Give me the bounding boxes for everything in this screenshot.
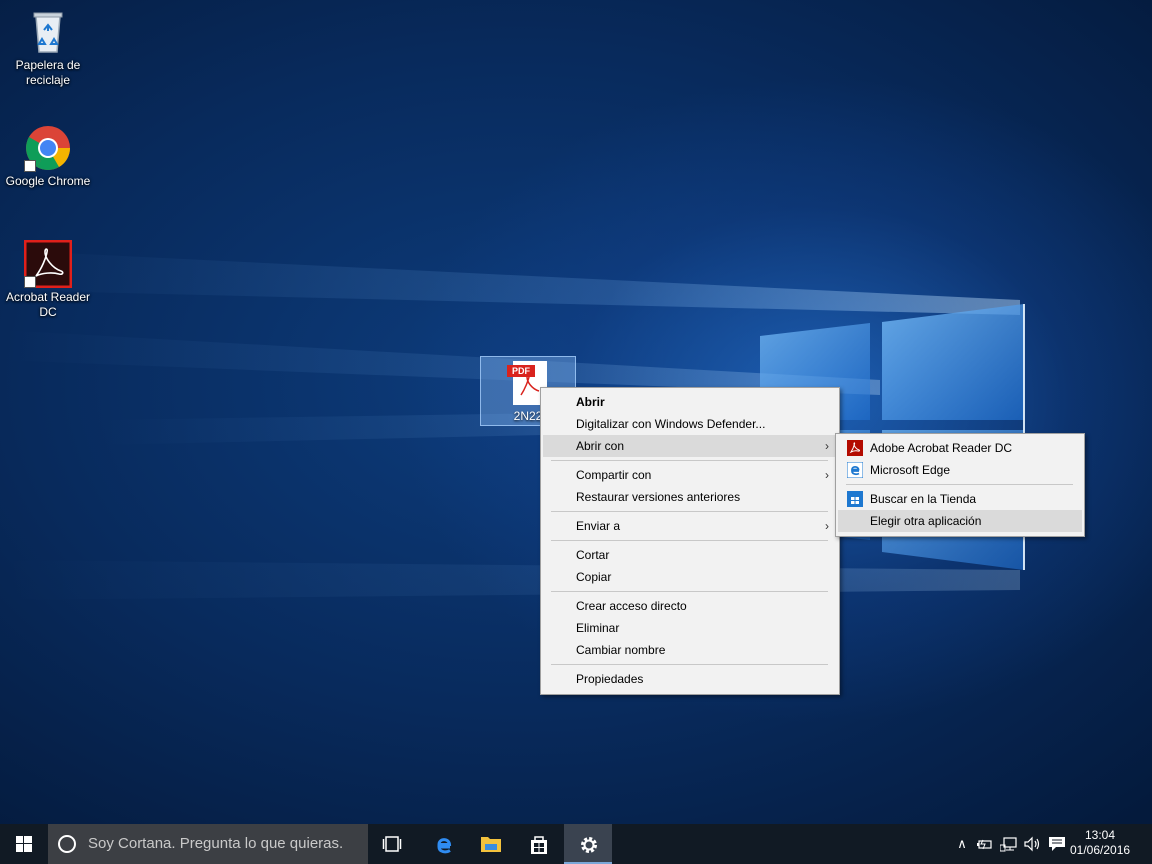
menu-item-compartir-con[interactable]: Compartir con ›: [543, 464, 837, 486]
pdf-tag: PDF: [507, 365, 535, 377]
chevron-right-icon: ›: [825, 519, 829, 533]
submenu-item-label: Adobe Acrobat Reader DC: [870, 441, 1013, 455]
chrome-icon: [24, 124, 72, 172]
menu-separator: [551, 540, 828, 541]
action-center-icon[interactable]: [1048, 836, 1066, 852]
search-placeholder: Soy Cortana. Pregunta lo que quieras.: [88, 835, 344, 852]
edge-icon: [437, 838, 452, 854]
submenu-item-label: Elegir otra aplicación: [870, 514, 982, 528]
desktop-icon-label: Papelera de reciclaje: [15, 58, 81, 87]
menu-separator: [551, 511, 828, 512]
menu-item-eliminar[interactable]: Eliminar: [543, 617, 837, 639]
submenu-item-elegir-otra-aplicacion[interactable]: Elegir otra aplicación: [838, 510, 1082, 532]
menu-item-enviar-a[interactable]: Enviar a ›: [543, 515, 837, 537]
windows-start-icon: [16, 836, 32, 852]
submenu-item-adobe-acrobat[interactable]: Adobe Acrobat Reader DC: [838, 437, 1082, 459]
taskbar-edge-button[interactable]: [418, 824, 466, 864]
taskbar-store-button[interactable]: [514, 824, 562, 864]
submenu-item-label: Microsoft Edge: [870, 463, 951, 477]
menu-separator: [846, 484, 1073, 485]
clock-time: 13:04: [1084, 828, 1116, 842]
menu-separator: [551, 460, 828, 461]
menu-item-propiedades[interactable]: Propiedades: [543, 668, 837, 690]
recycle-bin-icon: [24, 8, 72, 56]
submenu-item-buscar-en-tienda[interactable]: Buscar en la Tienda: [838, 488, 1082, 510]
shortcut-arrow-icon: [24, 160, 36, 172]
menu-separator: [551, 591, 828, 592]
context-menu: Abrir Digitalizar con Windows Defender..…: [540, 387, 840, 695]
store-icon: [531, 836, 547, 854]
taskbar-clock[interactable]: 13:04 01/06/2016: [1070, 824, 1130, 864]
clock-date: 01/06/2016: [1070, 843, 1131, 857]
gear-icon: [581, 837, 597, 853]
cortana-icon: [58, 835, 76, 853]
menu-item-copiar[interactable]: Copiar: [543, 566, 837, 588]
desktop-icon-label: Google Chrome: [5, 174, 91, 188]
desktop-icon-recycle-bin[interactable]: Papelera de reciclaje: [3, 8, 93, 88]
submenu-item-label: Buscar en la Tienda: [870, 492, 977, 506]
menu-item-digitalizar-defender[interactable]: Digitalizar con Windows Defender...: [543, 413, 837, 435]
start-button[interactable]: [0, 824, 48, 864]
menu-item-abrir-con[interactable]: Abrir con ›: [543, 435, 837, 457]
submenu-item-microsoft-edge[interactable]: Microsoft Edge: [838, 459, 1082, 481]
menu-item-cortar[interactable]: Cortar: [543, 544, 837, 566]
menu-item-cambiar-nombre[interactable]: Cambiar nombre: [543, 639, 837, 661]
open-with-submenu: Adobe Acrobat Reader DC Microsoft Edge B…: [835, 433, 1085, 537]
menu-item-label: Compartir con: [576, 468, 652, 482]
taskbar: Soy Cortana. Pregunta lo que quieras. ∧ …: [0, 824, 1152, 864]
shortcut-arrow-icon: [24, 276, 36, 288]
tray-chevron-up-icon[interactable]: ∧: [953, 836, 971, 852]
chevron-right-icon: ›: [825, 468, 829, 482]
taskbar-file-explorer-button[interactable]: [466, 824, 514, 864]
menu-item-label: Abrir con: [576, 439, 625, 453]
folder-icon: [481, 837, 501, 852]
task-view-button[interactable]: [368, 824, 416, 864]
task-view-icon: [382, 836, 402, 852]
chevron-right-icon: ›: [825, 439, 829, 453]
desktop-icon-google-chrome[interactable]: Google Chrome: [3, 124, 93, 189]
acrobat-icon: [23, 239, 73, 289]
cortana-search-box[interactable]: Soy Cortana. Pregunta lo que quieras.: [48, 824, 368, 864]
edge-icon: [846, 461, 864, 479]
volume-icon[interactable]: [1024, 836, 1042, 852]
menu-item-restaurar-versiones[interactable]: Restaurar versiones anteriores: [543, 486, 837, 508]
menu-item-crear-acceso-directo[interactable]: Crear acceso directo: [543, 595, 837, 617]
desktop-icon-label: Acrobat Reader DC: [5, 290, 91, 319]
battery-power-icon[interactable]: [976, 836, 994, 852]
menu-separator: [551, 664, 828, 665]
taskbar-settings-button[interactable]: [564, 824, 612, 864]
desktop-icon-acrobat-reader[interactable]: Acrobat Reader DC: [3, 239, 93, 320]
acrobat-icon: [847, 440, 863, 456]
menu-item-abrir[interactable]: Abrir: [543, 391, 837, 413]
network-icon[interactable]: [999, 836, 1018, 852]
store-icon: [847, 491, 863, 507]
menu-item-label: Enviar a: [576, 519, 621, 533]
